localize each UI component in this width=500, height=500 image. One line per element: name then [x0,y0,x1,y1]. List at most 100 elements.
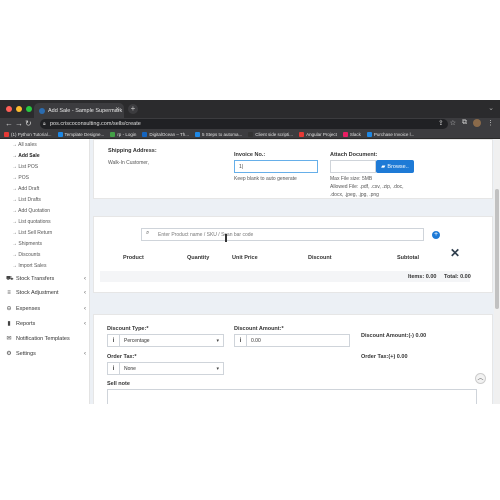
address-bar[interactable]: 🔒︎ pos.criscoconsulting.com/sells/create [40,119,448,129]
max-file-size: Max File size: 5MB [330,176,373,182]
bookmark-favicon-icon [366,131,372,137]
chevron-left-icon: ‹ [84,305,86,312]
browse-label: Browse.. [387,163,409,170]
text-cursor [225,234,227,242]
bookmark-favicon-icon [195,131,201,137]
bookmark-item[interactable]: Client side scripti... [248,131,294,137]
close-window-button[interactable] [6,106,12,112]
bookmark-item[interactable]: Template Designe... [57,131,105,137]
sidebar-item[interactable]: ✉ Notification Templates [6,335,86,343]
add-product-plus-icon[interactable]: + [432,231,440,239]
discount-amount-summary: Discount Amount:(-) 0.00 [361,333,427,339]
scroll-to-top-button[interactable]: ︿ [475,373,486,384]
page-content: → All sales → Add Sale → List POS → POS → Ad… [0,139,500,404]
bookmark-item[interactable]: rp - Login [110,131,136,137]
back-arrow-icon[interactable]: ← [5,119,13,128]
info-icon: i [108,363,120,374]
bookmark-label: Client side scripti... [255,131,294,137]
sidebar-subitem[interactable]: → Discounts [12,252,40,258]
sidebar-item[interactable]: ▮ Reports ‹ [6,320,86,328]
sidebar-item-label: Reports [16,320,36,327]
extensions-icon[interactable]: ⧉ [462,119,467,127]
active-tab[interactable]: Add Sale - Sample Supermark ✕ [34,103,124,118]
tab-close-icon[interactable]: ✕ [115,106,120,113]
bookmark-item[interactable]: Slack [342,131,361,137]
browser-tab-bar: Add Sale - Sample Supermark ✕ + ⌄ [0,100,500,118]
profile-avatar[interactable] [473,119,481,127]
discount-amount-input[interactable]: i 0.00 [234,334,350,347]
bookmark-item[interactable]: 5 Steps to automa... [195,131,242,137]
allowed-files-line2: .docx, .jpeg, .jpg, .png [330,192,379,198]
bookmarks-bar: (1) Python Tutorial... Template Designe..… [0,130,500,139]
bookmark-label: DigitalOcean – Th... [149,131,190,137]
url-text: pos.criscoconsulting.com/sells/create [50,121,141,127]
sell-note-label: Sell note [107,381,130,387]
sidebar-subitem[interactable]: → Add Quotation [12,208,50,214]
menu-kebab-icon[interactable]: ⋮ [487,119,494,127]
bookmark-label: Template Designe... [64,131,105,137]
sidebar-subitem[interactable]: → List Sell Return [12,230,52,236]
bookmark-favicon-icon [142,131,148,137]
letterbox-top [0,0,500,100]
sidebar-item[interactable]: ⊖ Expenses ‹ [6,305,86,313]
letterbox-bottom [0,404,500,500]
sell-note-textarea[interactable] [107,389,477,404]
sidebar-subitem[interactable]: → Add Draft [12,186,39,192]
share-icon[interactable]: ⇪ [438,119,444,127]
sidebar-subitem[interactable]: → List Drafts [12,197,41,203]
col-quantity: Quantity [187,255,210,261]
sidebar: → All sales → Add Sale → List POS → POS → Ad… [0,139,90,404]
sidebar-item[interactable]: ⛟ Stock Transfers ‹ [6,275,86,283]
bookmark-item[interactable]: Purchase Invoice l... [366,131,415,137]
star-icon[interactable]: ☆ [450,119,456,127]
sidebar-subitem[interactable]: → Add Sale [12,153,40,159]
minus-circle-icon: ⊖ [6,306,12,312]
order-tax-summary: Order Tax:(+) 0.00 [361,354,408,360]
sidebar-subitem[interactable]: → List quotations [12,219,51,225]
sidebar-subitem[interactable]: → Shipments [12,241,42,247]
discount-amount-value: 0.00 [251,337,261,344]
invoice-number-input[interactable]: 1| [234,160,318,173]
file-name-field[interactable] [330,160,376,173]
page-scrollbar-thumb[interactable] [495,189,499,309]
allowed-files-line1: Allowed File: .pdf, .csv, .zip, .doc, [330,184,404,190]
sidebar-item-label: Stock Adjustment [16,290,59,296]
discount-type-label: Discount Type:* [107,326,149,332]
product-search-input[interactable]: ⌕ Enter Product name / SKU / Scan bar co… [141,228,424,241]
chart-icon: ▮ [7,321,11,327]
sidebar-subitem[interactable]: → All sales [12,142,37,148]
truck-icon: ⛟ [6,276,14,282]
bookmark-item[interactable]: Angular Project [299,131,337,137]
bookmark-item[interactable]: (1) Python Tutorial... [4,131,52,137]
discount-type-select[interactable]: i Percentage ▾ [107,334,224,347]
bookmark-item[interactable]: DigitalOcean – Th... [142,131,190,137]
bookmark-favicon-icon [4,131,9,137]
bookmark-favicon-icon [299,131,305,137]
browse-button[interactable]: ▰ Browse.. [376,160,414,173]
bookmark-label: Purchase Invoice l... [373,131,415,137]
forward-arrow-icon[interactable]: → [15,119,23,128]
lock-icon: 🔒︎ [43,121,46,127]
sidebar-item[interactable]: ⚙ Settings ‹ [6,350,86,358]
chevron-down-icon: ▾ [216,337,219,344]
search-icon: ⌕ [146,230,150,236]
order-tax-value: None [124,365,136,372]
sidebar-item-label: Settings [16,350,36,357]
sidebar-subitem[interactable]: → POS [12,175,29,181]
bookmark-favicon-icon [110,131,116,137]
sidebar-subitem[interactable]: → List POS [12,164,38,170]
tab-search-icon[interactable]: ⌄ [488,104,494,112]
sidebar-subitem[interactable]: → Import Sales [12,263,46,269]
new-tab-button[interactable]: + [128,104,138,114]
shipping-address-label: Shipping Address: [108,148,157,154]
tab-title: Add Sale - Sample Supermark [48,107,123,114]
order-tax-select[interactable]: i None ▾ [107,362,224,375]
maximize-window-button[interactable] [26,106,32,112]
sidebar-item[interactable]: ≡ Stock Adjustment ‹ [6,290,86,296]
reload-icon[interactable]: ↻ [25,119,32,128]
product-search-placeholder: Enter Product name / SKU / Scan bar code [158,232,254,238]
minimize-window-button[interactable] [16,106,22,112]
order-tax-label: Order Tax:* [107,354,137,360]
remove-all-x-icon[interactable]: ✕ [450,246,460,260]
chevron-down-icon: ▾ [216,365,219,372]
